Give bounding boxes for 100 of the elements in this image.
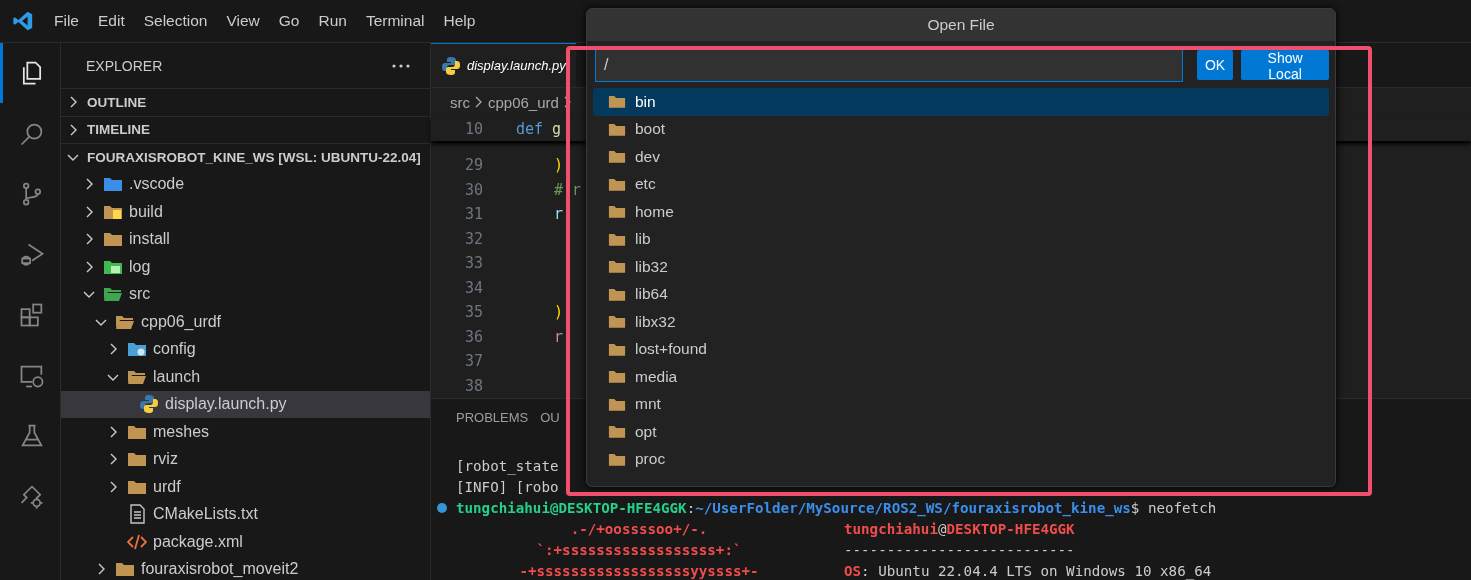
- tree-item[interactable]: rviz: [61, 445, 430, 473]
- menu-item[interactable]: Help: [443, 12, 476, 30]
- tree-item[interactable]: meshes: [61, 418, 430, 446]
- line-number: 31: [463, 205, 483, 224]
- folder-icon: [608, 424, 626, 440]
- dialog-button[interactable]: Show Local: [1241, 50, 1329, 80]
- tree-item[interactable]: .vscode: [61, 170, 430, 198]
- line-number: 37: [463, 352, 483, 371]
- folder-item[interactable]: lost+found: [593, 335, 1329, 363]
- folder-item[interactable]: lib32: [593, 253, 1329, 281]
- status-dot-icon: [437, 502, 447, 513]
- tree-item[interactable]: urdf: [61, 473, 430, 501]
- tree-item[interactable]: package.xml: [61, 528, 430, 556]
- folder-icon: [103, 176, 123, 193]
- tree-item[interactable]: install: [61, 225, 430, 253]
- folder-icon: [608, 341, 626, 357]
- breadcrumb-item[interactable]: src: [450, 93, 470, 111]
- folder-icon: [608, 369, 626, 385]
- panel-tab[interactable]: OU: [540, 405, 560, 429]
- terminal-text: @: [937, 520, 947, 537]
- menu-item[interactable]: Go: [278, 12, 300, 30]
- folder-item[interactable]: lib64: [593, 280, 1329, 308]
- document-icon: [127, 504, 147, 525]
- more-icon[interactable]: [392, 63, 410, 68]
- menu-item[interactable]: Edit: [98, 12, 125, 30]
- menu-item[interactable]: File: [54, 12, 79, 30]
- folder-icon: [608, 259, 626, 275]
- folder-icon: [103, 286, 123, 303]
- folder-icon: [115, 313, 135, 330]
- ascii-art: -+ssssssssssssssssssyyssss+-: [518, 562, 760, 579]
- folder-icon: [608, 314, 626, 330]
- folder-item[interactable]: mnt: [593, 390, 1329, 418]
- folder-icon: [115, 561, 135, 578]
- code-token: ): [554, 156, 564, 175]
- terminal-text: :: [686, 499, 696, 516]
- folder-icon: [127, 451, 147, 468]
- folder-item[interactable]: bin: [593, 88, 1329, 116]
- section-header[interactable]: FOURAXISROBOT_KINE_WS [WSL: UBUNTU-22.04]: [61, 143, 430, 171]
- folder-item[interactable]: boot: [593, 115, 1329, 143]
- menu-item[interactable]: Selection: [143, 12, 208, 30]
- tree-item[interactable]: log: [61, 253, 430, 281]
- code-token: g: [552, 119, 562, 138]
- terminal-text: ~/UserFolder/MySource/ROS2_WS/fouraxisrobot_kine_ws: [695, 499, 1131, 516]
- code-token: ): [554, 303, 564, 322]
- terminal-text: : Ubuntu 22.04.4 LTS on Windows 10 x86_64: [861, 562, 1212, 579]
- folder-icon: [103, 258, 123, 275]
- dialog-button[interactable]: OK: [1196, 50, 1234, 80]
- folder-item[interactable]: opt: [593, 418, 1329, 446]
- tree-item[interactable]: fouraxisrobot_moveit2: [61, 555, 430, 580]
- folder-item[interactable]: proc: [593, 445, 1329, 473]
- folder-icon: [608, 176, 626, 192]
- folder-icon: [608, 94, 626, 110]
- folder-item[interactable]: libx32: [593, 308, 1329, 336]
- python-icon: [139, 394, 159, 415]
- path-input[interactable]: /: [595, 48, 1183, 82]
- explorer-title: EXPLORER: [86, 57, 163, 74]
- editor-tab[interactable]: display.launch.py: [431, 43, 576, 87]
- tree-item[interactable]: cpp06_urdf: [61, 308, 430, 336]
- folder-item[interactable]: etc: [593, 170, 1329, 198]
- python-icon: [441, 55, 461, 76]
- folder-item[interactable]: media: [593, 363, 1329, 391]
- folder-icon: [608, 149, 626, 165]
- folder-icon: [127, 341, 147, 358]
- code-token: # r: [554, 180, 582, 199]
- menu-item[interactable]: View: [226, 12, 260, 30]
- breadcrumb-item[interactable]: cpp06_urd: [488, 93, 559, 111]
- section-header[interactable]: TIMELINE: [61, 115, 430, 143]
- tree-item[interactable]: display.launch.py: [61, 390, 430, 418]
- folder-item[interactable]: lib: [593, 225, 1329, 253]
- line-number: 36: [463, 327, 483, 346]
- folder-icon: [608, 121, 626, 137]
- line-number: 35: [463, 303, 483, 322]
- ascii-art: `:+ssssssssssssssssss+:`: [535, 541, 743, 558]
- folder-icon: [127, 368, 147, 385]
- menu-item[interactable]: Terminal: [365, 12, 425, 30]
- menu-item[interactable]: Run: [318, 12, 347, 30]
- terminal-text: OS: [844, 562, 862, 579]
- folder-icon: [127, 423, 147, 440]
- tree-item[interactable]: config: [61, 335, 430, 363]
- terminal-text: [INFO] [robo: [456, 478, 559, 495]
- tree-item[interactable]: src: [61, 280, 430, 308]
- terminal-text: ---------------------------: [844, 541, 1075, 558]
- panel-tab[interactable]: PROBLEMS: [456, 405, 529, 429]
- section-header[interactable]: OUTLINE: [61, 88, 430, 116]
- tree-item[interactable]: launch: [61, 363, 430, 391]
- line-number: 30: [463, 180, 483, 199]
- line-number: 29: [463, 156, 483, 175]
- code-token: r: [554, 205, 564, 224]
- folder-item[interactable]: home: [593, 198, 1329, 226]
- folder-icon: [127, 478, 147, 495]
- terminal-text: tungchiahui: [844, 520, 938, 537]
- code-token: def: [516, 119, 544, 138]
- folder-icon: [608, 204, 626, 220]
- tree-item[interactable]: CMakeLists.txt: [61, 500, 430, 528]
- terminal-text: tungchiahui@DESKTOP-HFE4GGK: [456, 499, 687, 516]
- tree-item[interactable]: build: [61, 198, 430, 226]
- ascii-art: .-/+oossssoo+/-.: [569, 520, 709, 537]
- dialog-title: Open File: [587, 9, 1335, 41]
- folder-icon: [103, 231, 123, 248]
- folder-item[interactable]: dev: [593, 143, 1329, 171]
